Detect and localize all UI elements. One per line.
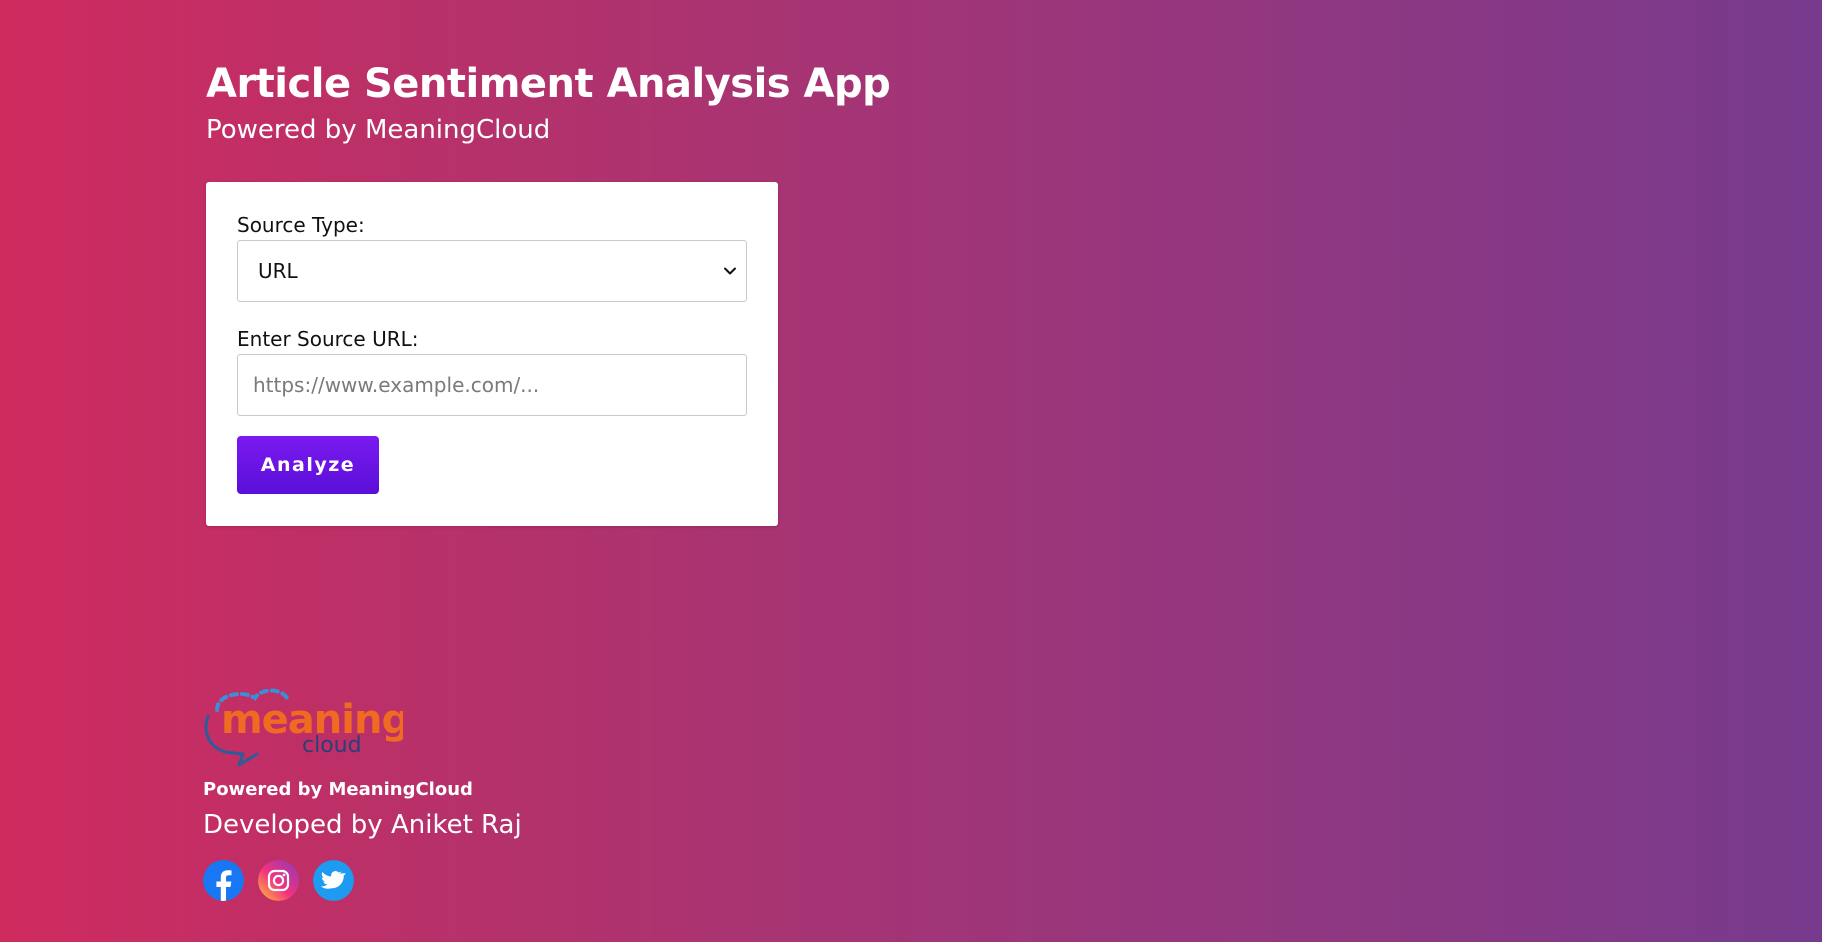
source-type-selected-value: URL [258,259,298,283]
source-url-input[interactable] [237,354,747,416]
source-type-select[interactable]: URL [237,240,747,302]
analyze-button[interactable]: Analyze [237,436,379,494]
twitter-icon [313,860,354,901]
page-subtitle: Powered by MeaningCloud [206,115,551,145]
svg-text:cloud: cloud [302,733,362,758]
instagram-link[interactable] [258,860,299,901]
facebook-icon [203,860,244,901]
source-url-label: Enter Source URL: [237,327,419,351]
social-links [203,860,354,901]
page-title: Article Sentiment Analysis App [206,61,891,107]
chevron-down-icon [724,267,736,275]
meaningcloud-logo: meaning cloud [204,688,403,767]
footer: meaning cloud Powered by MeaningCloud De… [203,686,522,901]
source-type-label: Source Type: [237,213,365,237]
facebook-link[interactable] [203,860,244,901]
analysis-form-card: Source Type: URL Enter Source URL: Analy… [206,182,778,526]
footer-developer-credit: Developed by Aniket Raj [203,810,522,840]
page-header: Article Sentiment Analysis App Powered b… [206,58,891,146]
instagram-icon [258,860,299,901]
twitter-link[interactable] [313,860,354,901]
footer-powered-by: Powered by MeaningCloud [203,779,473,800]
